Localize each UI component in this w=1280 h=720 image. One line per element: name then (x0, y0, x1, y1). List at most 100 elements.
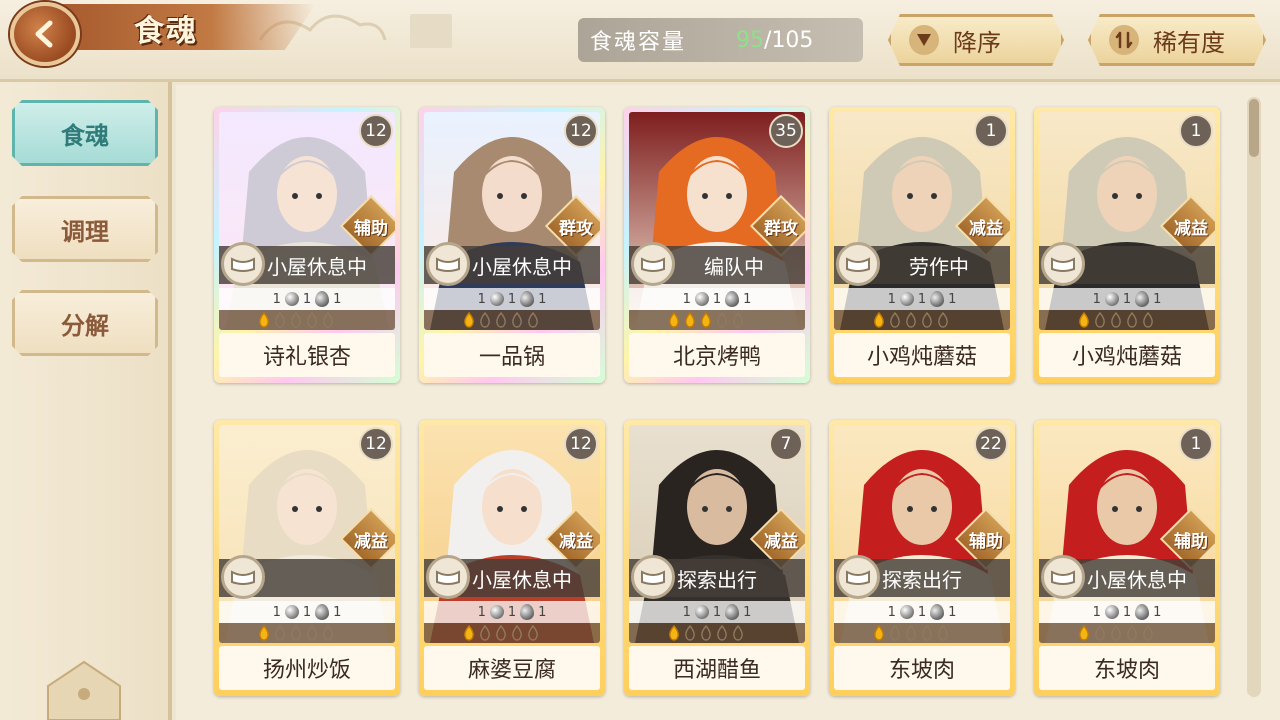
capacity-current: 95 (736, 27, 765, 53)
food-soul-card[interactable]: 1 减益 1 1 1 小鸡炖蘑菇 (1034, 107, 1220, 383)
stat-value: 1 (917, 604, 927, 620)
stat-value: 1 (333, 291, 342, 307)
food-soul-card[interactable]: 1 辅助 小屋休息中 1 1 1 东坡肉 (1034, 420, 1220, 696)
food-soul-card[interactable]: 1 减益 劳作中 1 1 1 小鸡炖蘑菇 (829, 107, 1015, 383)
drop-icon (520, 604, 535, 620)
status-bar: 小屋休息中 (1039, 555, 1215, 599)
bed-icon (1041, 242, 1085, 286)
card-artwork-area: 12 辅助 小屋休息中 1 1 1 (219, 112, 395, 330)
level-badge: 35 (769, 114, 803, 148)
card-artwork-area: 22 辅助 探索出行 1 1 1 (834, 425, 1010, 643)
scrollbar-thumb[interactable] (1249, 99, 1259, 157)
flame-icon (496, 312, 506, 328)
stat-value: 1 (682, 604, 691, 620)
status-text: 小屋休息中 (472, 254, 572, 279)
card-name: 一品锅 (424, 333, 600, 377)
flame-icon (922, 312, 932, 328)
bed-icon (221, 242, 265, 286)
role-tag-label: 群攻 (559, 219, 593, 239)
card-grid: 12 辅助 小屋休息中 111 诗礼银杏 12 群攻 小屋休息中 1 1 1 一… (176, 85, 1280, 720)
chevron-left-icon (35, 20, 53, 48)
card-artwork-area: 1 减益 1 1 1 (1039, 112, 1215, 330)
stat-value: 1 (1122, 604, 1132, 620)
stat-value: 1 (302, 604, 312, 620)
role-tag-label: 辅助 (969, 532, 1003, 552)
stat-value: 1 (538, 291, 547, 307)
flame-icon (307, 312, 317, 328)
stats-row: 1 1 1 (1039, 601, 1215, 623)
stats-row: 1 1 1 (834, 601, 1010, 623)
flame-icon (733, 625, 743, 641)
flame-icon (717, 625, 727, 641)
stat-value: 1 (1092, 604, 1101, 620)
flame-icon (1127, 625, 1137, 641)
food-soul-card[interactable]: 7 减益 探索出行 1 1 1 西湖醋鱼 (624, 420, 810, 696)
sidebar-item-tiaoli[interactable]: 调理 (12, 196, 158, 262)
card-name: 小鸡炖蘑菇 (1039, 333, 1215, 377)
drop-icon (1135, 604, 1150, 620)
flame-icon (1079, 312, 1089, 328)
drop-icon (315, 604, 330, 620)
flame-icon (717, 312, 727, 328)
orb-icon (899, 605, 914, 619)
level-badge: 1 (1179, 427, 1213, 461)
back-button[interactable] (10, 2, 80, 66)
orb-icon (284, 292, 299, 306)
flame-icon (733, 312, 743, 328)
drop-icon (1135, 291, 1150, 307)
stat-value: 1 (743, 604, 752, 620)
flame-icon (528, 625, 538, 641)
status-bar: 劳作中 (834, 242, 1010, 286)
capacity-max: 105 (771, 27, 814, 53)
flame-icon (275, 625, 285, 641)
flame-icon (1079, 625, 1089, 641)
stats-row: 1 1 1 (834, 288, 1010, 310)
card-name: 小鸡炖蘑菇 (834, 333, 1010, 377)
sidebar-item-fenjie[interactable]: 分解 (12, 290, 158, 356)
orb-icon (1104, 292, 1119, 306)
food-soul-card[interactable]: 12 减益 小屋休息中 1 1 1 麻婆豆腐 (419, 420, 605, 696)
status-text: 探索出行 (882, 567, 962, 592)
stats-row: 1 1 1 (219, 288, 395, 310)
food-soul-card[interactable]: 12 辅助 小屋休息中 1 1 1 诗礼银杏 (214, 107, 400, 383)
stat-value: 1 (477, 291, 486, 307)
flame-icon (512, 312, 522, 328)
fire-rating (219, 310, 395, 330)
bed-icon (221, 555, 265, 599)
triangle-down-icon (909, 25, 939, 55)
fire-rating (834, 623, 1010, 643)
capacity-separator: / (764, 27, 772, 53)
food-soul-card[interactable]: 12 群攻 小屋休息中 1 1 1 一品锅 (419, 107, 605, 383)
flame-icon (922, 625, 932, 641)
level-badge: 12 (359, 427, 393, 461)
fire-rating (424, 310, 600, 330)
stats-row: 1 1 1 (1039, 288, 1215, 310)
fire-rating (219, 623, 395, 643)
stat-value: 1 (948, 291, 957, 307)
flame-icon (1111, 312, 1121, 328)
level-badge: 1 (974, 114, 1008, 148)
status-text: 小屋休息中 (267, 254, 367, 279)
flame-icon (906, 312, 916, 328)
blank-placeholder (410, 14, 452, 48)
sort-order-button[interactable]: 降序 (888, 14, 1064, 66)
flame-icon (669, 312, 679, 328)
sidebar-item-shihun[interactable]: 食魂 (12, 100, 158, 166)
stat-value: 1 (272, 604, 281, 620)
status-text: 小屋休息中 (472, 567, 572, 592)
role-tag-label: 辅助 (1174, 532, 1208, 552)
status-text: 小屋休息中 (1087, 567, 1187, 592)
stat-value: 1 (1153, 291, 1162, 307)
role-tag-label: 减益 (1174, 219, 1208, 239)
stats-row: 1 1 1 (424, 601, 600, 623)
status-bar: 编队中 (629, 242, 805, 286)
capacity-display: 食魂容量 95 / 105 (578, 18, 863, 62)
food-soul-card[interactable]: 12 减益 1 1 1 扬州炒饭 (214, 420, 400, 696)
scrollbar-track[interactable] (1247, 97, 1261, 697)
food-soul-card[interactable]: 22 辅助 探索出行 1 1 1 东坡肉 (829, 420, 1015, 696)
flame-icon (464, 625, 474, 641)
orb-icon (489, 605, 504, 619)
card-artwork-area: 12 减益 1 1 1 (219, 425, 395, 643)
sort-key-button[interactable]: 稀有度 (1088, 14, 1266, 66)
food-soul-card[interactable]: 35 群攻 编队中 1 1 1 北京烤鸭 (624, 107, 810, 383)
